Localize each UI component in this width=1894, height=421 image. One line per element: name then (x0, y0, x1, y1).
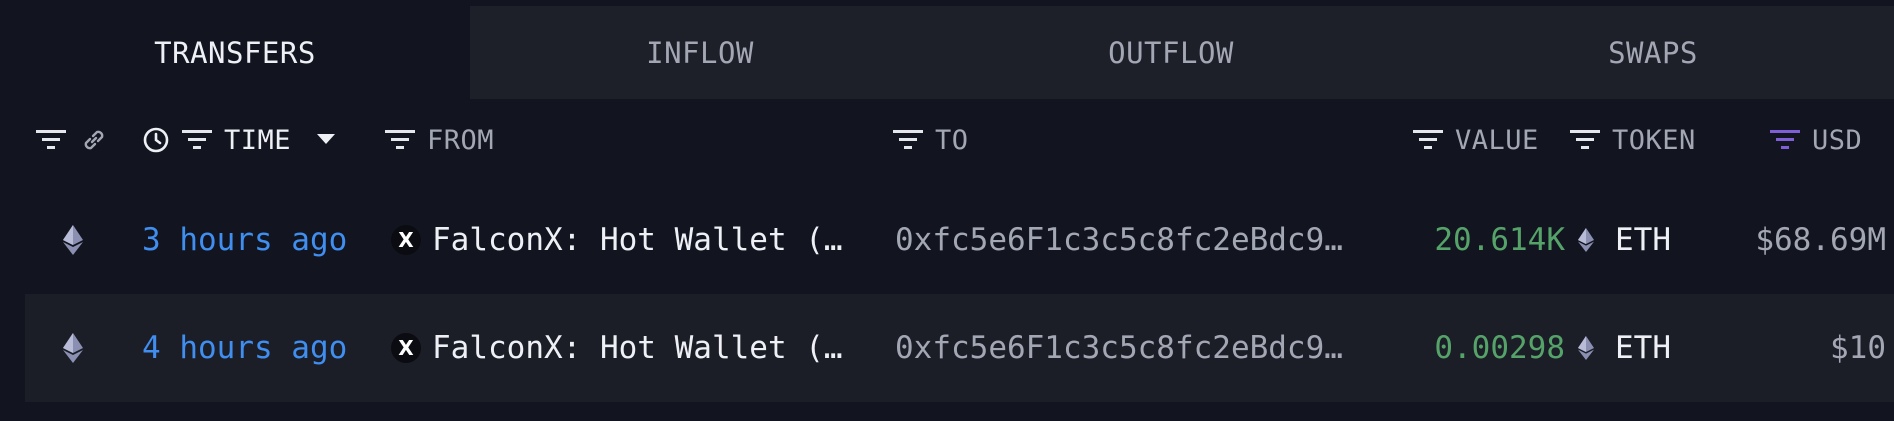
token-column-header[interactable]: TOKEN (1570, 110, 1696, 170)
link-icon[interactable] (80, 126, 108, 154)
token-label: TOKEN (1612, 124, 1696, 156)
filter-icon[interactable] (36, 129, 66, 151)
clock-icon (142, 126, 170, 154)
eth-icon (1578, 294, 1594, 402)
table-row[interactable]: 4 hours ago X FalconX: Hot Wallet (… 0xf… (25, 294, 1894, 402)
table-row[interactable]: 3 hours ago X FalconX: Hot Wallet (… 0xf… (25, 186, 1894, 294)
usd-amount: $10 (1830, 330, 1886, 366)
to-address[interactable]: 0xfc5e6F1c3c5c8fc2eBdc9… (895, 294, 1343, 402)
filter-icon[interactable] (182, 129, 212, 151)
eth-icon (1578, 186, 1594, 294)
from-address[interactable]: FalconX: Hot Wallet (… (432, 294, 843, 402)
filter-button[interactable] (36, 110, 66, 170)
entity-logo: X (391, 333, 421, 363)
token-symbol[interactable]: ETH (1615, 294, 1671, 402)
filter-icon[interactable] (385, 129, 415, 151)
time-column-header[interactable]: TIME (142, 110, 336, 170)
usd-column-header[interactable]: USD (1770, 110, 1862, 170)
eth-icon (63, 186, 83, 294)
entity-logo: X (391, 225, 421, 255)
time-link[interactable]: 3 hours ago (142, 186, 347, 294)
usd-amount: $68.69M (1755, 222, 1886, 258)
to-address[interactable]: 0xfc5e6F1c3c5c8fc2eBdc9… (895, 186, 1343, 294)
tab-outflow[interactable]: OUTFLOW (930, 6, 1412, 99)
usd-label: USD (1812, 124, 1863, 156)
from-column-header[interactable]: FROM (385, 110, 494, 170)
falconx-logo-icon: X (391, 186, 421, 294)
filter-icon[interactable] (1413, 129, 1443, 151)
tab-inflow[interactable]: INFLOW (470, 6, 930, 99)
value-amount: 20.614K (1434, 222, 1565, 258)
filter-icon[interactable] (1570, 129, 1600, 151)
time-label: TIME (224, 124, 292, 156)
filter-icon[interactable] (893, 129, 923, 151)
link-button[interactable] (80, 110, 108, 170)
value-label: VALUE (1455, 124, 1539, 156)
to-label: TO (935, 124, 969, 156)
tab-bar: TRANSFERS INFLOW OUTFLOW SWAPS (0, 6, 1894, 99)
caret-down-icon[interactable] (317, 134, 336, 146)
to-column-header[interactable]: TO (893, 110, 969, 170)
value-column-header[interactable]: VALUE (1413, 110, 1539, 170)
time-link[interactable]: 4 hours ago (142, 294, 347, 402)
token-symbol[interactable]: ETH (1615, 186, 1671, 294)
transfers-panel: TRANSFERS INFLOW OUTFLOW SWAPS TIME FROM… (0, 0, 1894, 421)
eth-icon (63, 294, 83, 402)
value-amount: 0.00298 (1434, 330, 1565, 366)
from-label: FROM (427, 124, 495, 156)
from-address[interactable]: FalconX: Hot Wallet (… (432, 186, 843, 294)
table-header: TIME FROM TO VALUE TOKEN USD (0, 110, 1894, 170)
tab-swaps[interactable]: SWAPS (1412, 6, 1894, 99)
tab-transfers[interactable]: TRANSFERS (0, 6, 470, 99)
falconx-logo-icon: X (391, 294, 421, 402)
filter-active-icon[interactable] (1770, 129, 1800, 151)
